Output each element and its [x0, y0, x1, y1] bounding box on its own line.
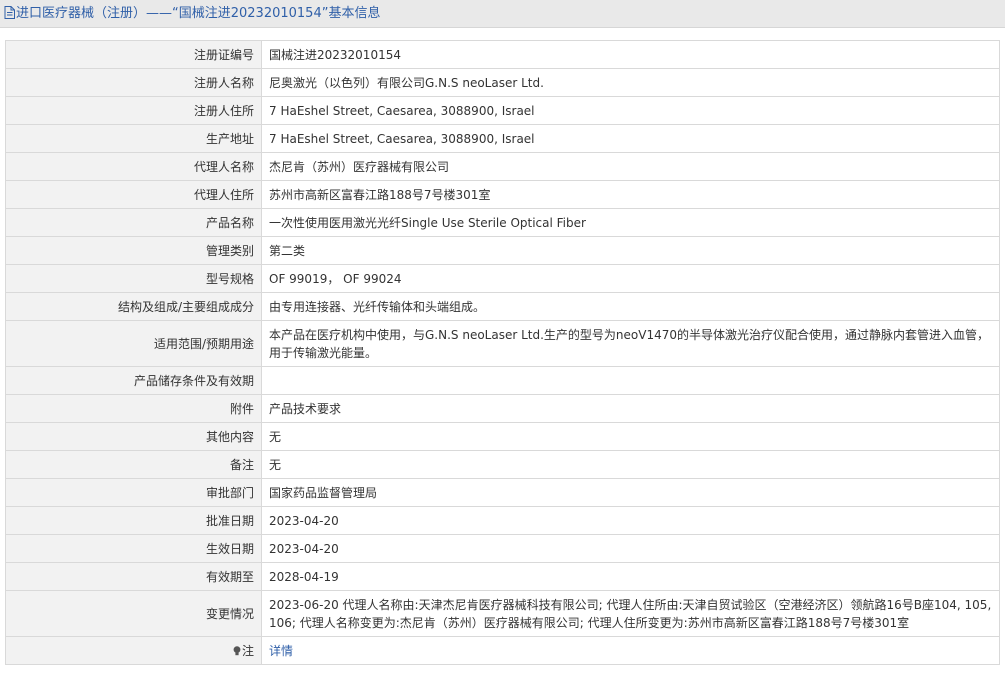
document-icon [4, 6, 15, 19]
field-value: 第二类 [261, 236, 1000, 265]
field-label: 产品储存条件及有效期 [5, 366, 262, 395]
field-value: 2023-04-20 [261, 506, 1000, 535]
field-other: 其他内容无 [5, 422, 1000, 451]
field-value: 本产品在医疗机构中使用，与G.N.S neoLaser Ltd.生产的型号为ne… [261, 320, 1000, 367]
field-remarks: 备注无 [5, 450, 1000, 479]
field-label: 结构及组成/主要组成成分 [5, 292, 262, 321]
field-value: 2028-04-19 [261, 562, 1000, 591]
field-value: 杰尼肯（苏州）医疗器械有限公司 [261, 152, 1000, 181]
field-label: 注册人名称 [5, 68, 262, 97]
field-label: 生效日期 [5, 534, 262, 563]
field-label: 注册证编号 [5, 40, 262, 69]
field-structure: 结构及组成/主要组成成分 由专用连接器、光纤传输体和头端组成。 [5, 292, 1000, 321]
field-value: 尼奥激光（以色列）有限公司G.N.S neoLaser Ltd. [261, 68, 1000, 97]
field-value: 2023-04-20 [261, 534, 1000, 563]
note-label: 注 [241, 643, 254, 658]
field-label: 其他内容 [5, 422, 262, 451]
info-table-body: 注册证编号 国械注进20232010154 注册人名称 尼奥激光（以色列）有限公司G.… [5, 40, 1000, 665]
title-bar: 进口医疗器械（注册）——“国械注进20232010154”基本信息 [0, 0, 1005, 28]
field-label: 有效期至 [5, 562, 262, 591]
note-value-cell: 详情 [261, 636, 1000, 665]
field-label: 注册人住所 [5, 96, 262, 125]
field-model-spec: 型号规格 OF 99019， OF 99024 [5, 264, 1000, 293]
field-registrant-address: 注册人住所 7 HaEshel Street, Caesarea, 3088900… [5, 96, 1000, 125]
field-label: 代理人住所 [5, 180, 262, 209]
field-approval-dept: 审批部门 国家药品监督管理局 [5, 478, 1000, 507]
note-row: 注 详情 [5, 636, 1000, 665]
field-value: 产品技术要求 [261, 394, 1000, 423]
field-label: 生产地址 [5, 124, 262, 153]
field-label: 审批部门 [5, 478, 262, 507]
field-value: 国械注进20232010154 [261, 40, 1000, 69]
field-label: 代理人名称 [5, 152, 262, 181]
field-expiry-date: 有效期至 2028-04-19 [5, 562, 1000, 591]
field-value: 7 HaEshel Street, Caesarea, 3088900, Isr… [261, 124, 1000, 153]
field-registrant-name: 注册人名称 尼奥激光（以色列）有限公司G.N.S neoLaser Ltd. [5, 68, 1000, 97]
field-intended-use: 适用范围/预期用途 本产品在医疗机构中使用，与G.N.S neoLaser Ltd… [5, 320, 1000, 367]
field-management-category: 管理类别 第二类 [5, 236, 1000, 265]
lightbulb-icon [233, 645, 241, 655]
field-value: 由专用连接器、光纤传输体和头端组成。 [261, 292, 1000, 321]
field-value [261, 366, 1000, 395]
page-title: 进口医疗器械（注册）——“国械注进20232010154”基本信息 [16, 6, 381, 21]
info-table: 注册证编号 国械注进20232010154 注册人名称 尼奥激光（以色列）有限公司G.… [5, 40, 1000, 665]
field-changes: 变更情况 2023-06-20 代理人名称由:天津杰尼肯医疗器械科技有限公司; 代… [5, 590, 1000, 637]
field-label: 变更情况 [5, 590, 262, 637]
field-value: 苏州市高新区富春江路188号7号楼301室 [261, 180, 1000, 209]
field-label: 备注 [5, 450, 262, 479]
field-agent-name: 代理人名称 杰尼肯（苏州）医疗器械有限公司 [5, 152, 1000, 181]
field-product-name: 产品名称 一次性使用医用激光光纤Single Use Sterile Optica… [5, 208, 1000, 237]
field-registration-number: 注册证编号 国械注进20232010154 [5, 40, 1000, 69]
field-label: 型号规格 [5, 264, 262, 293]
field-attachment: 附件 产品技术要求 [5, 394, 1000, 423]
field-label: 产品名称 [5, 208, 262, 237]
field-value: 2023-06-20 代理人名称由:天津杰尼肯医疗器械科技有限公司; 代理人住所… [261, 590, 1000, 637]
field-label: 适用范围/预期用途 [5, 320, 262, 367]
field-value: OF 99019， OF 99024 [261, 264, 1000, 293]
field-approval-date: 批准日期 2023-04-20 [5, 506, 1000, 535]
field-value: 无 [261, 422, 1000, 451]
field-value: 无 [261, 450, 1000, 479]
details-link[interactable]: 详情 [269, 644, 293, 658]
field-value: 一次性使用医用激光光纤Single Use Sterile Optical Fi… [261, 208, 1000, 237]
field-agent-address: 代理人住所 苏州市高新区富春江路188号7号楼301室 [5, 180, 1000, 209]
field-label: 附件 [5, 394, 262, 423]
field-label: 管理类别 [5, 236, 262, 265]
field-value: 国家药品监督管理局 [261, 478, 1000, 507]
field-value: 7 HaEshel Street, Caesarea, 3088900, Isr… [261, 96, 1000, 125]
note-label-cell: 注 [5, 636, 262, 665]
field-effective-date: 生效日期 2023-04-20 [5, 534, 1000, 563]
page-title-container: 进口医疗器械（注册）——“国械注进20232010154”基本信息 [4, 6, 380, 22]
field-production-address: 生产地址 7 HaEshel Street, Caesarea, 3088900,… [5, 124, 1000, 153]
field-label: 批准日期 [5, 506, 262, 535]
field-storage: 产品储存条件及有效期 [5, 366, 1000, 395]
